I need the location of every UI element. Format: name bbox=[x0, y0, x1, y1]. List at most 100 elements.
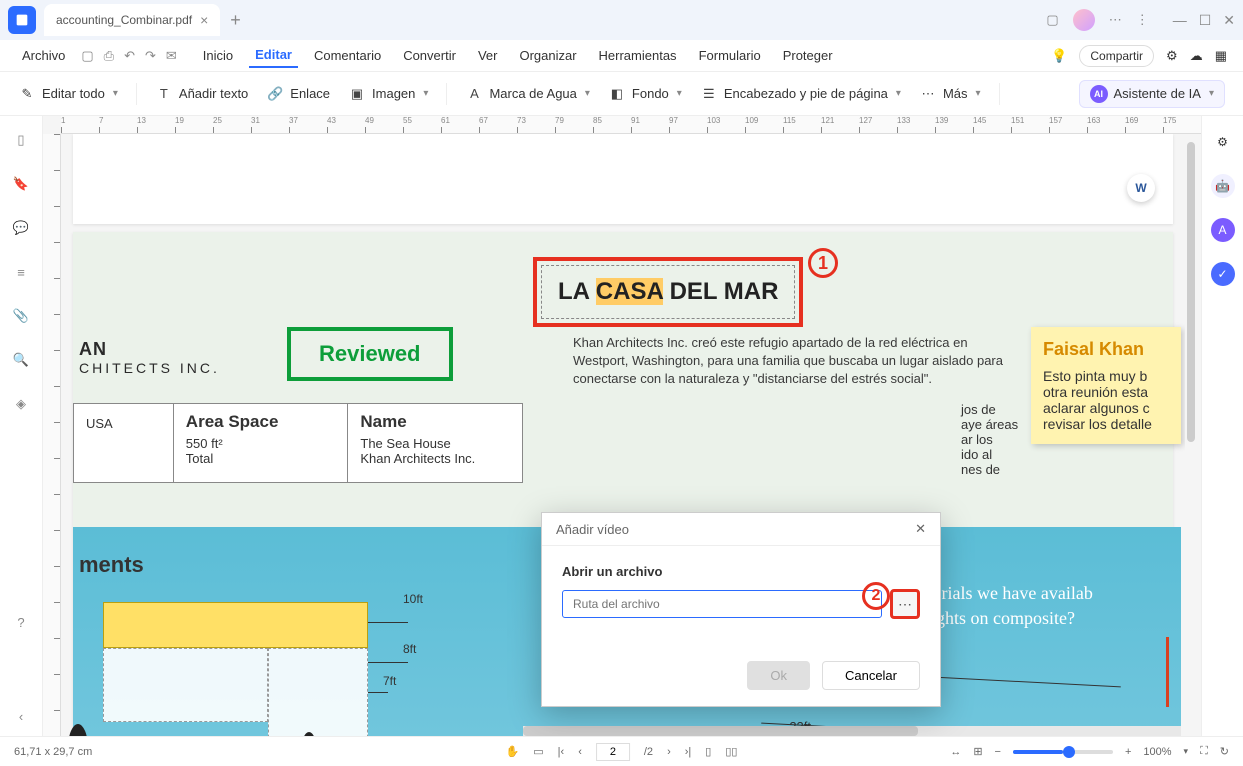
bulb-icon[interactable]: 💡 bbox=[1051, 48, 1067, 64]
anadir-texto-button[interactable]: TAñadir texto bbox=[155, 85, 248, 103]
app-icon bbox=[8, 6, 36, 34]
fit-width-icon[interactable]: ↔ bbox=[950, 746, 961, 758]
open-file-label: Abrir un archivo bbox=[562, 564, 920, 579]
print-icon[interactable]: ⎙ bbox=[104, 48, 114, 64]
menu-comentario[interactable]: Comentario bbox=[308, 44, 387, 67]
sticky-note[interactable]: Faisal Khan Esto pinta muy b otra reunió… bbox=[1031, 327, 1181, 444]
attachment-icon[interactable]: 📎 bbox=[11, 306, 31, 326]
chevron-left-icon[interactable]: ‹ bbox=[11, 706, 31, 726]
fields-icon[interactable]: ≡ bbox=[11, 262, 31, 282]
hand-tool-icon[interactable]: ✋ bbox=[506, 745, 520, 758]
left-sidebar: ▯ 🔖 💬 ≡ 📎 🔍 ◈ ? ‹ bbox=[0, 116, 43, 736]
page-total-label: /2 bbox=[644, 746, 653, 758]
background-icon: ◧ bbox=[608, 85, 626, 103]
share-button[interactable]: Compartir bbox=[1079, 45, 1154, 67]
menu-formulario[interactable]: Formulario bbox=[693, 44, 767, 67]
search-icon[interactable]: 🔍 bbox=[11, 350, 31, 370]
menu-inicio[interactable]: Inicio bbox=[197, 44, 239, 67]
mas-button[interactable]: ⋯Más▾ bbox=[919, 85, 981, 103]
horizontal-scrollbar[interactable] bbox=[523, 726, 1181, 736]
enlace-button[interactable]: 🔗Enlace bbox=[266, 85, 330, 103]
menu-archivo[interactable]: Archivo bbox=[16, 44, 71, 67]
select-tool-icon[interactable]: ▭ bbox=[533, 745, 543, 758]
menu-organizar[interactable]: Organizar bbox=[513, 44, 582, 67]
ai-badge-icon: AI bbox=[1090, 85, 1108, 103]
two-page-icon[interactable]: ▯▯ bbox=[725, 745, 737, 758]
menu-proteger[interactable]: Proteger bbox=[777, 44, 839, 67]
robot-icon[interactable]: 🤖 bbox=[1211, 174, 1235, 198]
undo-icon[interactable]: ↶ bbox=[124, 48, 135, 64]
architect-name: AN CHITECTS INC. bbox=[79, 339, 220, 376]
sliders-icon[interactable]: ⚙ bbox=[1211, 130, 1235, 154]
reviewed-stamp: Reviewed bbox=[287, 327, 453, 381]
building-diagram: 10ft 8ft 7ft bbox=[103, 602, 443, 736]
comment-icon[interactable]: 💬 bbox=[11, 218, 31, 238]
marca-button[interactable]: AMarca de Agua▾ bbox=[465, 85, 589, 103]
ments-label: ments bbox=[79, 552, 144, 578]
zoom-level-label: 100% bbox=[1143, 746, 1171, 758]
spec-table: USA Area Space550 ft²Total NameThe Sea H… bbox=[73, 403, 523, 483]
editar-todo-button[interactable]: ✎Editar todo▾ bbox=[18, 85, 118, 103]
next-page-icon[interactable]: › bbox=[667, 746, 671, 758]
menu-dots-icon[interactable]: ⋮ bbox=[1136, 12, 1149, 28]
file-path-input[interactable] bbox=[562, 590, 882, 618]
menu-convertir[interactable]: Convertir bbox=[397, 44, 462, 67]
document-tab[interactable]: accounting_Combinar.pdf × bbox=[44, 4, 220, 36]
thumbnails-icon[interactable]: ▯ bbox=[11, 130, 31, 150]
fullscreen-icon[interactable]: ⛶ bbox=[1200, 745, 1208, 758]
last-page-icon[interactable]: ›| bbox=[685, 746, 692, 758]
statusbar: 61,71 x 29,7 cm ✋ ▭ |‹ ‹ /2 › ›| ▯ ▯▯ ↔ … bbox=[0, 736, 1243, 766]
fondo-button[interactable]: ◧Fondo▾ bbox=[608, 85, 682, 103]
zoom-in-icon[interactable]: + bbox=[1125, 746, 1131, 758]
coordinates-label: 61,71 x 29,7 cm bbox=[14, 746, 92, 758]
tab-close-icon[interactable]: × bbox=[200, 12, 208, 28]
first-page-icon[interactable]: |‹ bbox=[558, 746, 565, 758]
window-layout-icon[interactable]: ▢ bbox=[1046, 12, 1058, 28]
single-page-icon[interactable]: ▯ bbox=[705, 745, 711, 758]
cloud-icon[interactable]: ☁ bbox=[1190, 48, 1203, 64]
page-number-input[interactable] bbox=[596, 743, 630, 761]
rotate-icon[interactable]: ↻ bbox=[1220, 745, 1229, 758]
redo-icon[interactable]: ↷ bbox=[145, 48, 156, 64]
page-1-end: W bbox=[73, 134, 1173, 224]
menu-ver[interactable]: Ver bbox=[472, 44, 504, 67]
notification-icon[interactable]: ⋯ bbox=[1109, 12, 1122, 28]
user-avatar[interactable] bbox=[1073, 9, 1095, 31]
vertical-ruler bbox=[43, 134, 61, 736]
header-footer-icon: ☰ bbox=[700, 85, 718, 103]
asistente-ia-button[interactable]: AIAsistente de IA▾ bbox=[1079, 80, 1225, 108]
check-icon[interactable]: ✓ bbox=[1211, 262, 1235, 286]
layers-icon[interactable]: ◈ bbox=[11, 394, 31, 414]
mail-icon[interactable]: ✉ bbox=[166, 48, 177, 64]
body-fragment: jos de aye áreas ar los ido al nes de bbox=[961, 402, 1018, 477]
zoom-slider[interactable] bbox=[1013, 750, 1113, 754]
bookmark-icon[interactable]: 🔖 bbox=[11, 174, 31, 194]
image-icon: ▣ bbox=[348, 85, 366, 103]
more-icon: ⋯ bbox=[919, 85, 937, 103]
callout-1: 1 bbox=[808, 248, 838, 278]
menu-herramientas[interactable]: Herramientas bbox=[593, 44, 683, 67]
new-tab-button[interactable]: + bbox=[230, 10, 241, 31]
translate-icon[interactable]: A bbox=[1211, 218, 1235, 242]
word-export-badge[interactable]: W bbox=[1127, 174, 1155, 202]
menu-editar[interactable]: Editar bbox=[249, 43, 298, 68]
callout-2: 2 bbox=[862, 582, 890, 610]
toolbar: ✎Editar todo▾ TAñadir texto 🔗Enlace ▣Ima… bbox=[0, 72, 1243, 116]
maximize-button[interactable]: ☐ bbox=[1199, 12, 1212, 29]
minimize-button[interactable]: — bbox=[1173, 12, 1187, 29]
encabezado-button[interactable]: ☰Encabezado y pie de página▾ bbox=[700, 85, 901, 103]
mesh-icon[interactable]: ⚙ bbox=[1166, 48, 1178, 64]
vertical-scrollbar[interactable] bbox=[1187, 134, 1199, 736]
prev-page-icon[interactable]: ‹ bbox=[578, 746, 582, 758]
browse-button[interactable]: ⋯ bbox=[890, 589, 920, 619]
help-icon[interactable]: ? bbox=[11, 612, 31, 632]
imagen-button[interactable]: ▣Imagen▾ bbox=[348, 85, 428, 103]
zoom-out-icon[interactable]: − bbox=[995, 746, 1001, 758]
doc-title-box[interactable]: LA CASA DEL MAR bbox=[533, 257, 803, 327]
open-icon[interactable]: ▢ bbox=[81, 48, 93, 64]
dialog-close-icon[interactable]: ✕ bbox=[915, 521, 926, 537]
grid-icon[interactable]: ▦ bbox=[1215, 48, 1227, 64]
fit-page-icon[interactable]: ⊞ bbox=[973, 745, 982, 758]
close-button[interactable]: ✕ bbox=[1223, 12, 1235, 29]
cancel-button[interactable]: Cancelar bbox=[822, 661, 920, 690]
